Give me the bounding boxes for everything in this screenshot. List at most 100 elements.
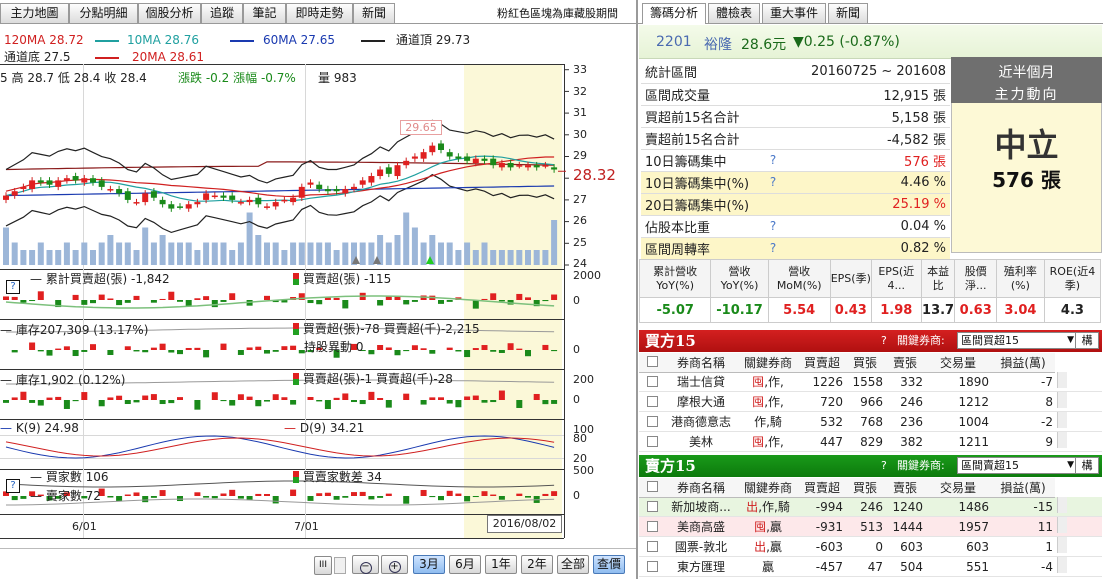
pane-splitter[interactable] (636, 0, 638, 579)
panel2-bar (507, 343, 514, 350)
row-checkbox[interactable] (646, 395, 658, 407)
col-header[interactable]: 買張 (845, 478, 885, 498)
query-price-button[interactable]: 查價 (593, 555, 625, 574)
panel3-bar (516, 400, 523, 408)
profit-loss: -15 (991, 497, 1055, 517)
panel1-bar (133, 295, 140, 300)
col-header[interactable]: 買賣超 (799, 478, 845, 498)
panel1-bar (168, 291, 175, 300)
row-checkbox[interactable] (646, 500, 658, 512)
seller-more-button[interactable]: 構 (1075, 457, 1099, 474)
row-checkbox[interactable] (646, 435, 658, 447)
buyer-more-button[interactable]: 構 (1075, 332, 1099, 349)
col-header[interactable]: 交易量 (925, 353, 991, 373)
sell-volume: 382 (885, 431, 925, 452)
col-header[interactable]: 關鍵券商 (737, 353, 799, 373)
candle-body (525, 165, 531, 168)
tab-chip-analysis[interactable]: 籌碼分析 (642, 3, 706, 24)
panel5-bar (377, 496, 384, 498)
col-header[interactable]: 券商名稱 (665, 353, 737, 373)
row-checkbox[interactable] (646, 540, 658, 552)
panel3-net-label: 買賣超(張)-1 買賣超(千)-28 (293, 372, 453, 386)
candle-body (281, 199, 288, 202)
tab-right-news[interactable]: 新聞 (828, 3, 868, 23)
buyer-table: 券商名稱 關鍵券商 買賣超 買張 賣張 交易量 損益(萬) 瑞士信貸 囤,作, 1226 1558 3… (639, 353, 1102, 452)
panel5-bar (472, 496, 479, 498)
broker-name[interactable]: 港商德意志 (665, 411, 737, 432)
zoom-out-button[interactable]: − (352, 555, 379, 574)
tab-major-events[interactable]: 重大事件 (762, 3, 826, 23)
col-header[interactable]: 關鍵券商 (737, 478, 799, 498)
panel5-bar (150, 496, 157, 498)
col-header[interactable]: 損益(萬) (991, 478, 1055, 498)
col-header[interactable]: 券商名稱 (665, 478, 737, 498)
row-checkbox[interactable] (646, 520, 658, 532)
help-icon[interactable]: ? (770, 241, 776, 255)
tab-health-check[interactable]: 體檢表 (708, 3, 760, 23)
broker-name[interactable]: 摩根大通 (665, 391, 737, 412)
col-header[interactable]: 買張 (845, 353, 885, 373)
broker-name[interactable]: 美商高盛 (665, 516, 737, 537)
select-all-checkbox[interactable] (646, 356, 658, 368)
tab-notes[interactable]: 筆記 (243, 3, 286, 23)
zoom-in-button[interactable]: + (381, 555, 408, 574)
broker-name[interactable]: 瑞士信貸 (665, 372, 737, 392)
row-checkbox[interactable] (646, 375, 658, 387)
buyer-range-select[interactable]: 區間買超15 ▼ (957, 332, 1077, 349)
period-1y-button[interactable]: 1年 (485, 555, 517, 574)
col-header[interactable]: 損益(萬) (991, 353, 1055, 373)
volume-bar (168, 242, 175, 265)
col-header[interactable]: 交易量 (925, 478, 991, 498)
seller-range-select[interactable]: 區間賣超15 ▼ (957, 457, 1077, 474)
period-all-button[interactable]: 全部 (557, 555, 589, 574)
scroll-track[interactable] (334, 557, 346, 574)
select-all-checkbox[interactable] (646, 481, 658, 493)
volume-bar (264, 242, 270, 265)
period-6m-button[interactable]: 6月 (449, 555, 481, 574)
volume-bar (385, 242, 392, 265)
tab-realtime[interactable]: 即時走勢 (286, 3, 353, 23)
row-checkbox[interactable] (646, 415, 658, 427)
broker-row[interactable]: 新加坡商... 出,作,騎 -994 246 1240 1486 -15 (639, 497, 1102, 517)
broker-row[interactable]: 瑞士信貸 囤,作, 1226 1558 332 1890 -7 (639, 372, 1102, 392)
col-header[interactable]: 賣張 (885, 353, 925, 373)
period-2y-button[interactable]: 2年 (521, 555, 553, 574)
panel5-bar (203, 496, 210, 498)
row-checkbox[interactable] (646, 560, 658, 572)
broker-row[interactable]: 國票-敦北 出,贏 -603 0 603 603 1 (639, 536, 1102, 557)
broker-name[interactable]: 新加坡商... (665, 497, 737, 517)
tab-track[interactable]: 追蹤 (201, 3, 243, 23)
broker-row[interactable]: 美商高盛 囤,贏 -931 513 1444 1957 11 (639, 516, 1102, 537)
panel1-bar (159, 298, 166, 300)
broker-row[interactable]: 東方匯理 贏 -457 47 504 551 -4 (639, 556, 1102, 577)
broker-row[interactable]: 摩根大通 囤,作, 720 966 246 1212 8 (639, 391, 1102, 412)
broker-name[interactable]: 東方匯理 (665, 556, 737, 577)
panel2-bar (385, 347, 392, 350)
help-icon[interactable]: ? (770, 175, 776, 189)
broker-name[interactable]: 美林 (665, 431, 737, 452)
col-header[interactable]: 賣張 (885, 478, 925, 498)
tab-branch-detail[interactable]: 分點明細 (69, 3, 138, 23)
buyer-help-icon[interactable]: ? (881, 330, 887, 352)
candle-body (29, 180, 36, 190)
panel3-bar (490, 400, 497, 403)
price-axis-33: 33 (573, 63, 587, 76)
help-icon[interactable]: ? (770, 153, 776, 167)
broker-row[interactable]: 港商德意志 作,騎 532 768 236 1004 -2 (639, 411, 1102, 432)
panel2-bar (403, 350, 410, 352)
scroll-handle[interactable]: III (314, 556, 332, 575)
help-icon[interactable]: ? (770, 219, 776, 233)
panel1-bar (498, 300, 505, 302)
period-3m-button[interactable]: 3月 (413, 555, 445, 574)
seller-help-icon[interactable]: ? (881, 455, 887, 477)
panel5-help-icon[interactable]: ? (6, 479, 20, 493)
panel1-bar (385, 296, 392, 300)
panel1-help-icon[interactable]: ? (6, 280, 20, 294)
col-header[interactable]: 買賣超 (799, 353, 845, 373)
tab-main-map[interactable]: 主力地圖 (0, 3, 69, 23)
broker-name[interactable]: 國票-敦北 (665, 536, 737, 557)
tab-stock-analysis[interactable]: 個股分析 (138, 3, 201, 23)
volume-bar (342, 242, 349, 265)
tab-news[interactable]: 新聞 (353, 3, 395, 23)
broker-row[interactable]: 美林 囤,作, 447 829 382 1211 9 (639, 431, 1102, 452)
